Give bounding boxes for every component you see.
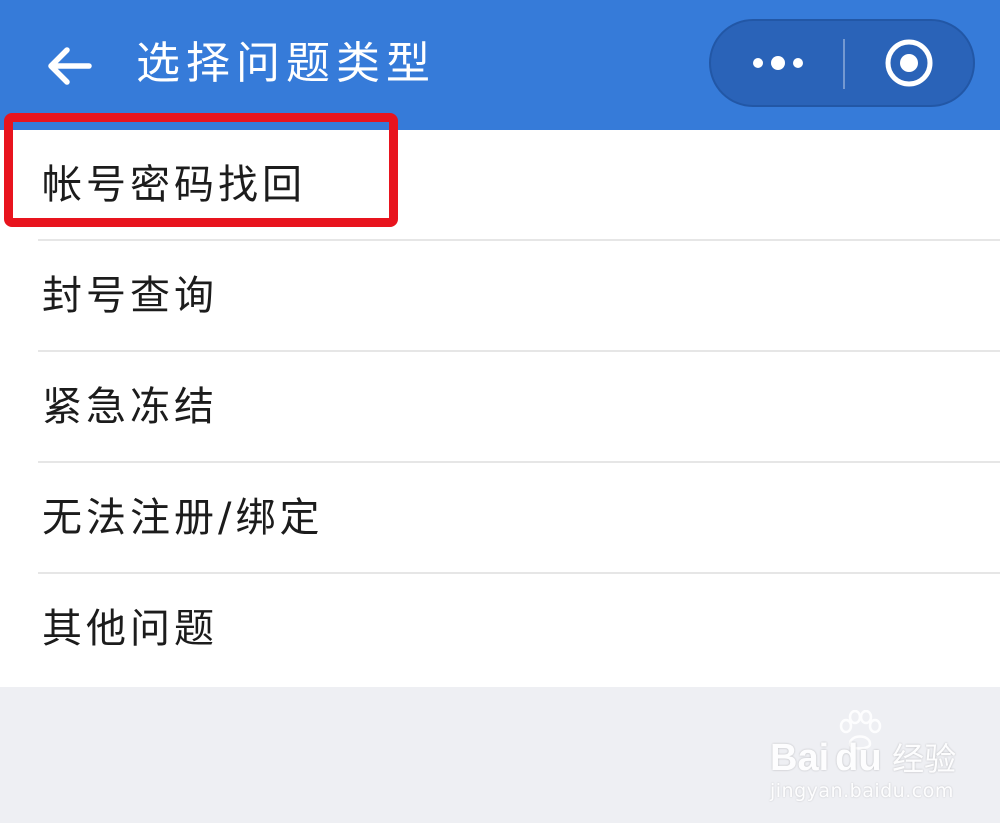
list-item-account-password-recovery[interactable]: 帐号密码找回 [0,130,1000,241]
list-item-label: 其他问题 [42,606,218,652]
list-item-register-bind-issue[interactable]: 无法注册/绑定 [0,463,1000,574]
target-circle-icon [885,39,933,87]
watermark-url: jingyan.baidu.com [770,780,954,802]
list-item-ban-query[interactable]: 封号查询 [0,241,1000,352]
back-button[interactable] [40,38,96,94]
arrow-left-icon [48,47,92,85]
baidu-jingyan-watermark: Bai du 经验 jingyan.baidu.com [770,708,985,808]
page-title: 选择问题类型 [136,38,436,89]
mini-program-capsule [709,19,975,107]
list-item-label: 封号查询 [42,273,218,319]
list-item-label: 无法注册/绑定 [42,495,324,541]
list-item-other-issues[interactable]: 其他问题 [0,574,1000,685]
watermark-brand: Bai du 经验 [770,737,957,779]
problem-type-list: 帐号密码找回 封号查询 紧急冻结 无法注册/绑定 其他问题 [0,130,1000,687]
list-item-label: 帐号密码找回 [42,162,306,208]
more-dots-icon [752,56,803,70]
more-button[interactable] [711,21,844,105]
top-nav-bar: 选择问题类型 [0,0,1000,130]
close-button[interactable] [845,21,973,105]
list-item-emergency-freeze[interactable]: 紧急冻结 [0,352,1000,463]
list-item-label: 紧急冻结 [42,384,218,430]
